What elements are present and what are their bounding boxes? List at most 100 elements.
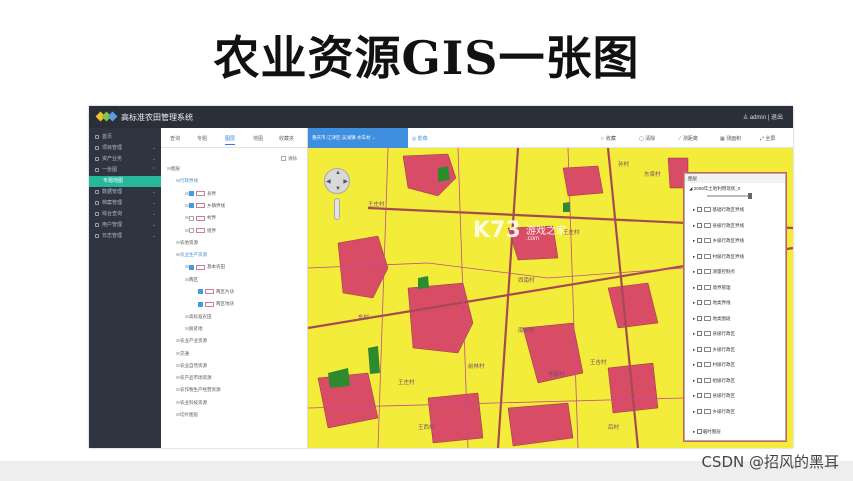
tab-layers[interactable]: 图层	[225, 135, 236, 145]
layer-checkbox[interactable]	[198, 301, 203, 307]
tab-thematic[interactable]: 专题	[197, 135, 207, 142]
arrow-up-icon: ▲	[335, 170, 341, 176]
layer-tree-node[interactable]: ⊟农业生产资源	[176, 252, 207, 258]
legend-checkbox[interactable]	[696, 408, 702, 414]
layer-tree-node[interactable]: ⊟两区	[185, 277, 198, 283]
layer-checkbox[interactable]	[189, 203, 194, 209]
legend-checkbox[interactable]	[696, 346, 702, 352]
measure-distance-button[interactable]: ⟋ 测距离	[678, 135, 698, 142]
clear-label: 清除	[288, 156, 297, 161]
legend-item[interactable]: ▸ 地类图斑	[693, 316, 731, 322]
legend-temp-label: 临时图层	[702, 429, 721, 434]
legend-item[interactable]: ▸ 测量控制点	[693, 269, 735, 275]
layer-tree-node[interactable]: ⊟交通	[176, 351, 189, 357]
layer-tree-label: 农地资源	[180, 239, 198, 245]
tab-favorites[interactable]: 收藏夹	[279, 135, 294, 142]
layer-tree-node[interactable]: · 两区地块	[194, 301, 234, 307]
map-pan-control[interactable]: ▲ ◀ ▶ ▼	[324, 168, 350, 194]
legend-checkbox[interactable]	[696, 269, 702, 275]
sidebar-item-logs[interactable]: 日志管理 ⌄	[89, 231, 161, 242]
measure-area-button[interactable]: ▦ 测面积	[720, 135, 741, 142]
layer-tree-node[interactable]: ⊟脱贫地	[185, 326, 203, 332]
legend-item[interactable]: ▸ 基础行政区界线	[693, 207, 744, 213]
legend-checkbox[interactable]	[696, 238, 702, 244]
location-breadcrumb[interactable]: 重庆市-江津区-吴滩镇-水车村 ⌄	[308, 128, 408, 148]
legend-swatch	[703, 362, 711, 368]
layer-tree-node[interactable]: ⊟农业自然资源	[176, 363, 207, 369]
tab-map[interactable]: 地图	[253, 135, 263, 142]
layer-checkbox[interactable]	[189, 264, 194, 270]
sidebar-item-projects[interactable]: 项目管理 ⌄	[89, 143, 161, 154]
layer-tree-node[interactable]: ⊟农地资源	[176, 240, 198, 246]
legend-temp-layer[interactable]: ▸ 临时图层	[693, 429, 721, 435]
legend-swatch	[703, 300, 711, 306]
slider-knob[interactable]	[748, 193, 752, 199]
sidebar-item-assets[interactable]: 资产业务 ⌄	[89, 154, 161, 165]
legend-item[interactable]: ▸ 地类界线	[693, 300, 731, 306]
sidebar-item-query[interactable]: 综合查询 ⌄	[89, 209, 161, 220]
layer-tree-node[interactable]: ⊟ 组界	[185, 228, 216, 234]
legend-item[interactable]: ▸ 县级行政区界线	[693, 223, 744, 229]
layer-tree-node[interactable]: ⊟ 县界	[185, 191, 216, 197]
sidebar-item-data[interactable]: 数据管理 ⌄	[89, 187, 161, 198]
layer-tree-node[interactable]: ⊟农作物生产经营资源	[176, 387, 221, 393]
imagery-button[interactable]: ◎ 影像	[412, 135, 428, 142]
layer-tree-node[interactable]: ⊟农产品市场资源	[176, 375, 212, 381]
legend-item[interactable]: ▸ 乡级行政区	[693, 347, 735, 353]
clear-layers-button[interactable]: 清除	[281, 156, 297, 162]
legend-checkbox[interactable]	[696, 253, 702, 259]
sidebar-item-home[interactable]: 首页	[89, 132, 161, 143]
legend-checkbox[interactable]	[696, 377, 702, 383]
map-canvas[interactable]: 王庄村 孙村 东梁村 西南村 王庄村 南双林 前林村 王庄村 李家村 王吉村 东…	[308, 148, 793, 448]
legend-swatch	[703, 315, 711, 321]
legend-item[interactable]: ▸ 乡级行政区	[693, 409, 735, 415]
layer-checkbox[interactable]	[198, 289, 203, 295]
layer-tree-label: 农产品市场资源	[180, 375, 212, 381]
legend-item[interactable]: ▸ 村级行政区界线	[693, 254, 744, 260]
legend-checkbox[interactable]	[696, 362, 702, 368]
layer-tree-node[interactable]: ⊟高标准农田	[185, 314, 212, 320]
tab-query[interactable]: 查询	[170, 135, 180, 142]
sidebar-item-archives[interactable]: 档案管理 ⌄	[89, 198, 161, 209]
favorite-button[interactable]: ☆ 收藏	[600, 135, 616, 142]
legend-item[interactable]: ▸ 村级行政区	[693, 362, 735, 368]
legend-item[interactable]: ▸ 组级行政区	[693, 378, 735, 384]
legend-item[interactable]: ▸ 境界管理	[693, 285, 731, 291]
opacity-slider[interactable]	[707, 193, 752, 199]
layer-tree-node[interactable]: ⊟行政界线	[176, 178, 198, 184]
legend-item[interactable]: ▸ 乡级行政区界线	[693, 238, 744, 244]
layer-tree-node[interactable]: ⊟农业产业资源	[176, 338, 207, 344]
user-menu[interactable]: ♙ admin | 退出	[743, 112, 783, 121]
legend-item[interactable]: ▸ 县级行政区	[693, 393, 735, 399]
legend-checkbox[interactable]	[696, 300, 702, 306]
legend-checkbox[interactable]	[696, 222, 702, 228]
layer-tree-node[interactable]: ⊟ 村界	[185, 215, 216, 221]
legend-checkbox[interactable]	[696, 315, 702, 321]
map-label: 东梁村	[644, 172, 661, 178]
home-icon	[95, 134, 99, 139]
legend-checkbox[interactable]	[696, 207, 702, 213]
layer-checkbox[interactable]	[189, 227, 194, 233]
legend-checkbox[interactable]	[696, 429, 702, 435]
legend-item[interactable]: ▸ 县级行政区	[693, 331, 735, 337]
layer-tree-node[interactable]: ⊟ 乡镇界线	[185, 203, 225, 209]
layer-tree-node[interactable]: ⊟图层	[167, 166, 180, 172]
clear-button[interactable]: ▢ 清除	[639, 135, 655, 142]
legend-checkbox[interactable]	[696, 393, 702, 399]
legend-checkbox[interactable]	[696, 331, 702, 337]
layer-tree-node[interactable]: · 两区片块	[194, 289, 234, 295]
legend-checkbox[interactable]	[696, 284, 702, 290]
layer-tree-node[interactable]: ⊟切片图层	[176, 412, 198, 418]
sidebar-item-thematic-map[interactable]: 专题地图	[89, 176, 161, 187]
layer-tree-label: 两区地块	[216, 301, 234, 307]
sidebar-item-users[interactable]: 用户管理 ⌄	[89, 220, 161, 231]
fullscreen-button[interactable]: ⤢ 全屏	[760, 135, 775, 142]
sidebar-item-onemap[interactable]: 一张图 ⌃	[89, 165, 161, 176]
legend-swatch	[703, 393, 711, 399]
layer-checkbox[interactable]	[189, 190, 194, 196]
layer-tree-node[interactable]: ⊟农业科技资源	[176, 400, 207, 406]
layer-checkbox[interactable]	[189, 215, 194, 221]
legend-layer-name[interactable]: ◢ 2009年土地利用现状_0	[689, 186, 740, 192]
layer-tree-node[interactable]: ⊟ 基本农田	[185, 264, 225, 270]
zoom-slider[interactable]	[334, 198, 340, 220]
